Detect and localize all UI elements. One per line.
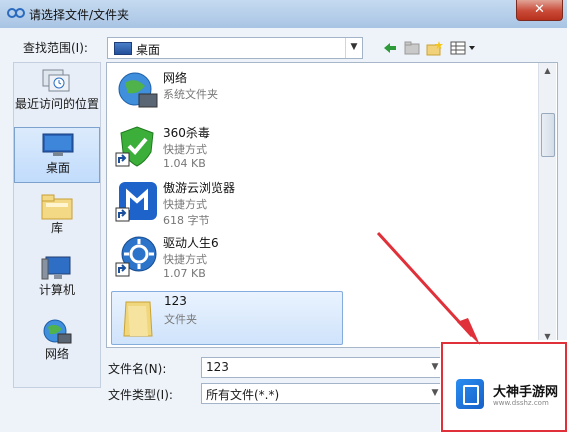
- lookin-combo[interactable]: 桌面 ▼: [107, 37, 363, 59]
- filename-label: 文件名(N):: [108, 362, 167, 376]
- file-type: 文件夹: [164, 313, 197, 326]
- list-item[interactable]: 傲游云浏览器 快捷方式 618 字节: [111, 177, 343, 227]
- place-label: 库: [50, 221, 63, 235]
- place-network[interactable]: 网络: [14, 313, 100, 367]
- file-size: 1.07 KB: [163, 267, 206, 280]
- view-menu-icon[interactable]: [450, 40, 478, 56]
- place-label: 最近访问的位置: [14, 97, 99, 111]
- place-libraries[interactable]: 库: [14, 189, 100, 241]
- watermark-logo-icon: [456, 379, 484, 409]
- places-bar: 最近访问的位置 桌面 库 计算机 网络: [13, 62, 101, 388]
- list-item[interactable]: 驱动人生6 快捷方式 1.07 KB: [111, 232, 343, 282]
- 360-antivirus-shortcut-icon: [115, 126, 154, 167]
- watermark-name: 大神手游网: [493, 385, 559, 400]
- app-icon: [7, 8, 25, 18]
- place-label: 网络: [44, 347, 69, 361]
- maxthon-browser-shortcut-icon: [115, 182, 157, 222]
- computer-icon: [41, 256, 71, 280]
- recent-places-icon: [42, 69, 70, 92]
- place-computer[interactable]: 计算机: [14, 251, 100, 303]
- file-type: 快捷方式: [163, 143, 207, 156]
- file-type: 快捷方式: [163, 198, 207, 211]
- lookin-label: 查找范围(I):: [23, 41, 88, 55]
- file-size: 1.04 KB: [163, 157, 206, 170]
- filetype-label: 文件类型(I):: [108, 388, 173, 402]
- list-item-selected[interactable]: 123 文件夹: [111, 291, 343, 345]
- vertical-scrollbar[interactable]: ▲ ▼: [538, 63, 556, 345]
- window-title: 请选择文件/文件夹: [29, 8, 130, 22]
- scroll-thumb[interactable]: [541, 113, 555, 157]
- place-label: 桌面: [45, 161, 70, 175]
- folder-icon: [123, 301, 153, 337]
- file-type: 快捷方式: [163, 253, 207, 266]
- file-type: 系统文件夹: [163, 88, 218, 101]
- place-recent[interactable]: 最近访问的位置: [14, 65, 100, 123]
- driver-life-shortcut-icon: [115, 236, 157, 277]
- network-icon: [43, 319, 72, 344]
- new-folder-icon[interactable]: [426, 40, 444, 56]
- title-bar[interactable]: 请选择文件/文件夹 ✕: [0, 0, 567, 28]
- filetype-select[interactable]: 所有文件(*.*) ▼: [201, 383, 443, 404]
- file-name: 网络: [163, 71, 188, 85]
- filetype-value: 所有文件(*.*): [206, 388, 280, 402]
- place-label: 计算机: [38, 283, 75, 297]
- filename-value: 123: [206, 360, 229, 374]
- list-item[interactable]: 360杀毒 快捷方式 1.04 KB: [111, 122, 343, 172]
- file-size: 618 字节: [163, 214, 210, 227]
- network-icon: [118, 72, 158, 108]
- file-name: 傲游云浏览器: [163, 181, 236, 195]
- file-name: 驱动人生6: [163, 236, 219, 250]
- up-folder-icon[interactable]: [404, 40, 420, 56]
- scroll-up-icon[interactable]: ▲: [539, 63, 556, 79]
- list-item[interactable]: 网络 系统文件夹: [111, 67, 343, 117]
- back-icon[interactable]: [382, 40, 398, 56]
- place-desktop[interactable]: 桌面: [14, 127, 100, 183]
- desktop-icon: [42, 133, 74, 156]
- close-button[interactable]: ✕: [516, 0, 563, 21]
- desktop-icon: [114, 42, 132, 55]
- file-list[interactable]: 网络 系统文件夹 360杀毒 快捷方式 1.04 KB 傲游云浏览器 快捷方式 …: [106, 62, 558, 348]
- file-name: 360杀毒: [163, 126, 210, 140]
- file-name: 123: [164, 294, 187, 308]
- chevron-down-icon[interactable]: ▼: [345, 38, 362, 58]
- filename-input[interactable]: 123 ▼: [201, 357, 443, 378]
- lookin-value: 桌面: [136, 43, 161, 57]
- watermark-url: www.dsshz.com: [493, 399, 549, 407]
- libraries-icon: [41, 194, 73, 220]
